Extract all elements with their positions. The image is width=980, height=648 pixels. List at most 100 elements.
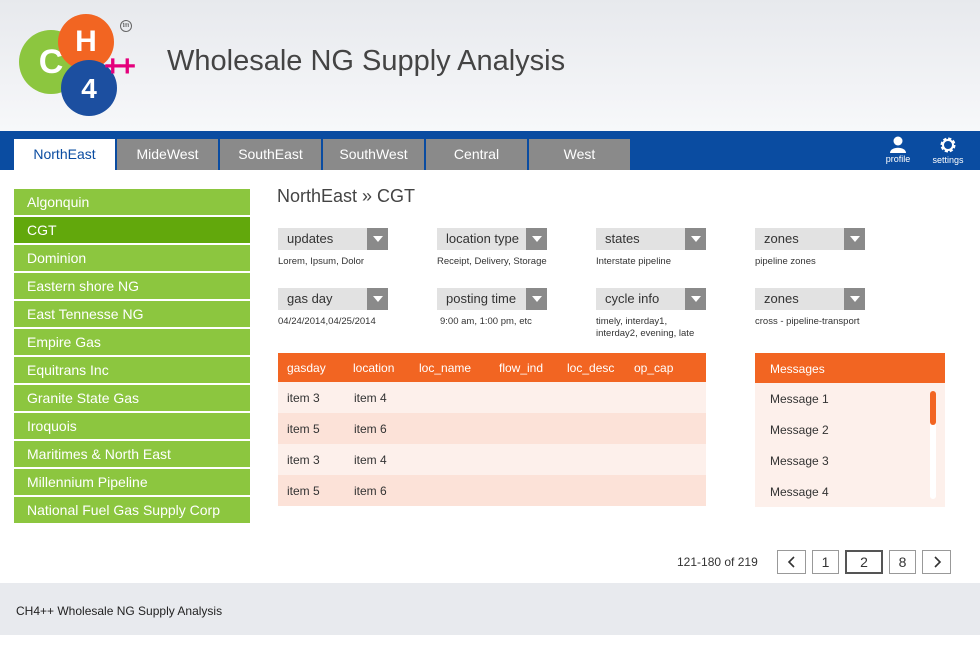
chevron-down-icon (685, 228, 706, 250)
filter-cycle-info: cycle info timely, interday1, interday2,… (596, 288, 756, 340)
filter-description: cross - pipeline-transport (755, 316, 860, 327)
dropdown-label: location type (446, 231, 519, 246)
chevron-right-icon (933, 556, 941, 568)
cycle-info-dropdown[interactable]: cycle info (596, 288, 706, 310)
sidebar-item-granite-state-gas[interactable]: Granite State Gas (14, 385, 250, 411)
tab-west[interactable]: West (529, 139, 630, 170)
message-item[interactable]: Message 4 (755, 477, 945, 508)
filter-description: Interstate pipeline (596, 256, 671, 267)
zones-transport-dropdown[interactable]: zones (755, 288, 865, 310)
sidebar-item-algonquin[interactable]: Algonquin (14, 189, 250, 215)
scrollbar-thumb[interactable] (930, 391, 936, 425)
app-title: Wholesale NG Supply Analysis (167, 45, 566, 77)
chevron-down-icon (526, 288, 547, 310)
chevron-down-icon (367, 288, 388, 310)
gas-day-dropdown[interactable]: gas day (278, 288, 388, 310)
sidebar-item-cgt[interactable]: CGT (14, 217, 250, 243)
sidebar-item-maritimes-north-east[interactable]: Maritimes & North East (14, 441, 250, 467)
app-header: C H 4 ++ tm Wholesale NG Supply Analysis (0, 0, 980, 131)
data-table: gasday location loc_name flow_ind loc_de… (278, 353, 706, 506)
messages-scrollbar[interactable] (930, 391, 936, 499)
filter-zones-transport: zones cross - pipeline-transport (755, 288, 915, 328)
region-navbar: NorthEast MideWest SouthEast SouthWest C… (0, 131, 980, 170)
filter-zones: zones pipeline zones (755, 228, 915, 268)
region-tabs: NorthEast MideWest SouthEast SouthWest C… (14, 139, 632, 170)
user-icon (890, 136, 906, 153)
page-button-8[interactable]: 8 (889, 550, 916, 574)
filter-description-line: interday2, evening, late (596, 328, 695, 339)
message-item[interactable]: Message 1 (755, 384, 945, 415)
chevron-down-icon (844, 228, 865, 250)
breadcrumb: NorthEast » CGT (277, 186, 416, 206)
message-item[interactable]: Message 3 (755, 446, 945, 477)
tab-northeast[interactable]: NorthEast (14, 139, 115, 170)
table-row[interactable]: item 5 item 6 (278, 413, 706, 444)
table-cell: item 5 (287, 421, 320, 436)
chevron-down-icon (367, 228, 388, 250)
sidebar-item-dominion[interactable]: Dominion (14, 245, 250, 271)
column-header-location[interactable]: location (353, 361, 419, 375)
table-row[interactable]: item 3 item 4 (278, 382, 706, 413)
tab-southwest[interactable]: SouthWest (323, 139, 424, 170)
filter-description: 9:00 am, 1:00 pm, etc (440, 316, 532, 327)
tab-midewest[interactable]: MideWest (117, 139, 218, 170)
column-header-loc-desc[interactable]: loc_desc (567, 361, 634, 375)
pagination-info: 121-180 of 219 (677, 555, 758, 569)
sidebar-item-iroquois[interactable]: Iroquois (14, 413, 250, 439)
profile-label: profile (885, 154, 911, 164)
sidebar-item-east-tennesse-ng[interactable]: East Tennesse NG (14, 301, 250, 327)
filter-posting-time: posting time 9:00 am, 1:00 pm, etc (437, 288, 597, 328)
sidebar-item-empire-gas[interactable]: Empire Gas (14, 329, 250, 355)
page-button-1[interactable]: 1 (812, 550, 839, 574)
column-header-op-cap[interactable]: op_cap (634, 361, 694, 375)
chevron-down-icon (844, 288, 865, 310)
table-cell: item 3 (287, 390, 320, 405)
dropdown-label: zones (764, 231, 799, 246)
table-row[interactable]: item 5 item 6 (278, 475, 706, 506)
table-cell: item 3 (287, 452, 320, 467)
filter-gas-day: gas day 04/24/2014,04/25/2014 (278, 288, 438, 328)
states-dropdown[interactable]: states (596, 228, 706, 250)
filter-description: Receipt, Delivery, Storage (437, 256, 547, 267)
prev-page-button[interactable] (777, 550, 806, 574)
dropdown-label: posting time (446, 291, 517, 306)
chevron-down-icon (685, 288, 706, 310)
filter-description: timely, interday1, interday2, evening, l… (596, 316, 756, 340)
sidebar-item-national-fuel-gas[interactable]: National Fuel Gas Supply Corp (14, 497, 250, 523)
app-footer: CH4++ Wholesale NG Supply Analysis (0, 583, 980, 635)
column-header-flow-ind[interactable]: flow_ind (499, 361, 567, 375)
updates-dropdown[interactable]: updates (278, 228, 388, 250)
profile-button[interactable]: profile (878, 136, 918, 164)
table-cell: item 4 (354, 452, 387, 467)
page-button-2[interactable]: 2 (845, 550, 883, 574)
filter-description: pipeline zones (755, 256, 816, 267)
dropdown-label: gas day (287, 291, 333, 306)
filter-states: states Interstate pipeline (596, 228, 756, 268)
dropdown-label: states (605, 231, 640, 246)
sidebar-item-millennium-pipeline[interactable]: Millennium Pipeline (14, 469, 250, 495)
footer-text: CH4++ Wholesale NG Supply Analysis (16, 604, 223, 618)
filter-description: 04/24/2014,04/25/2014 (278, 316, 376, 327)
column-header-gasday[interactable]: gasday (287, 361, 353, 375)
location-type-dropdown[interactable]: location type (437, 228, 547, 250)
tab-central[interactable]: Central (426, 139, 527, 170)
next-page-button[interactable] (922, 550, 951, 574)
settings-button[interactable]: settings (928, 136, 968, 165)
table-cell: item 4 (354, 390, 387, 405)
column-header-loc-name[interactable]: loc_name (419, 361, 499, 375)
tab-southeast[interactable]: SouthEast (220, 139, 321, 170)
message-item[interactable]: Message 2 (755, 415, 945, 446)
dropdown-label: cycle info (605, 291, 660, 306)
logo-tm: tm (120, 20, 132, 32)
chevron-left-icon (787, 556, 795, 568)
table-row[interactable]: item 3 item 4 (278, 444, 706, 475)
ch4-logo[interactable]: C H 4 ++ tm (16, 12, 156, 120)
posting-time-dropdown[interactable]: posting time (437, 288, 547, 310)
messages-title: Messages (755, 353, 945, 383)
zones-dropdown[interactable]: zones (755, 228, 865, 250)
sidebar-item-eastern-shore-ng[interactable]: Eastern shore NG (14, 273, 250, 299)
filter-updates: updates Lorem, Ipsum, Dolor (278, 228, 438, 268)
sidebar-item-equitrans-inc[interactable]: Equitrans Inc (14, 357, 250, 383)
table-cell: item 5 (287, 483, 320, 498)
filter-description: Lorem, Ipsum, Dolor (278, 256, 365, 267)
